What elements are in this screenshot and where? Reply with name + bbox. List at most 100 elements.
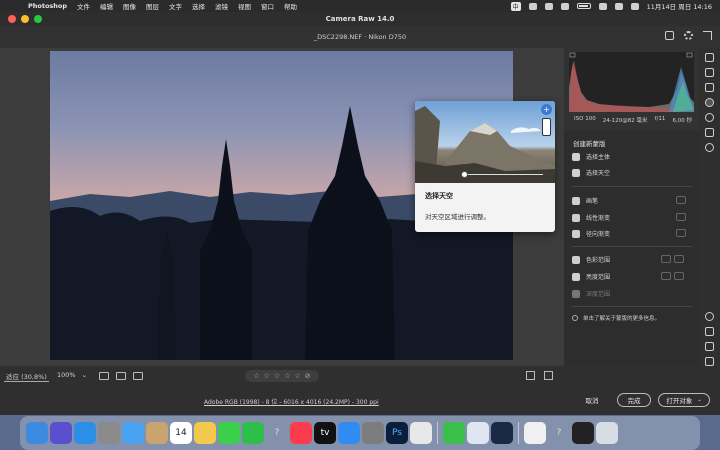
trash-icon[interactable] <box>596 422 618 444</box>
menu-layer[interactable]: 图层 <box>146 1 159 11</box>
snapshots-icon[interactable] <box>705 128 714 137</box>
red-eye-icon[interactable] <box>705 113 714 122</box>
menubar-clock[interactable]: 11月14日 周日 14:16 <box>647 1 712 11</box>
heal-icon[interactable] <box>705 83 714 92</box>
depth-range-icon <box>572 289 580 298</box>
menu-help[interactable]: 帮助 <box>284 1 297 11</box>
mask-brush[interactable]: 画笔 <box>572 196 598 205</box>
zoom-level-dropdown[interactable]: 100% ⌄ <box>57 371 87 379</box>
help-icon[interactable]: ? <box>548 422 570 444</box>
music-icon[interactable] <box>290 422 312 444</box>
edit-icon[interactable] <box>705 53 714 62</box>
system-preferences-icon[interactable] <box>362 422 384 444</box>
minimize-window-button[interactable] <box>21 15 29 23</box>
star-1[interactable]: ☆ <box>253 372 259 380</box>
masking-icon[interactable] <box>705 98 714 107</box>
fullscreen-icon[interactable] <box>703 31 712 40</box>
save-icon[interactable] <box>665 31 674 40</box>
presets-icon[interactable] <box>705 143 714 152</box>
mountain-illustration <box>415 106 555 183</box>
menu-window[interactable]: 窗口 <box>261 1 274 11</box>
title-bar: Camera Raw 14.0 <box>0 12 720 26</box>
siri-icon[interactable] <box>50 422 72 444</box>
menu-view[interactable]: 视图 <box>238 1 251 11</box>
photoshop-icon[interactable]: Ps <box>386 422 408 444</box>
notes-icon[interactable] <box>146 422 168 444</box>
before-after-icon[interactable] <box>544 371 553 380</box>
safari-icon[interactable] <box>74 422 96 444</box>
app-menu[interactable]: Photoshop <box>28 2 67 10</box>
star-4[interactable]: ☆ <box>284 372 290 380</box>
star-2[interactable]: ☆ <box>264 372 270 380</box>
menu-edit[interactable]: 编辑 <box>100 1 113 11</box>
wifi-icon[interactable] <box>598 2 607 10</box>
menu-type[interactable]: 文字 <box>169 1 182 11</box>
color-sampler-icon[interactable] <box>705 342 714 351</box>
mark-for-delete-icon[interactable]: ⊘ <box>305 372 311 380</box>
network-icon[interactable] <box>467 422 489 444</box>
chrome-icon[interactable] <box>410 422 432 444</box>
messages-icon[interactable] <box>218 422 240 444</box>
menu-image[interactable]: 图像 <box>123 1 136 11</box>
chevron-down-icon[interactable]: ⌄ <box>697 397 701 403</box>
facetime-icon[interactable] <box>242 422 264 444</box>
camera-raw-icon[interactable] <box>572 422 594 444</box>
before-after-slider-track <box>463 174 543 175</box>
search-icon[interactable] <box>614 2 623 10</box>
cancel-button[interactable]: 取消 <box>576 393 608 407</box>
help-icon[interactable]: ? <box>266 422 288 444</box>
zoom-icon[interactable] <box>705 312 714 321</box>
star-3[interactable]: ☆ <box>274 372 280 380</box>
star-5[interactable]: ☆ <box>294 372 300 380</box>
close-window-button[interactable] <box>8 15 16 23</box>
filmstrip-icon[interactable] <box>99 372 109 380</box>
mask-radial-gradient[interactable]: 径向渐变 <box>572 229 610 238</box>
zoom-fit-button[interactable]: 适应 (30,8%) <box>4 371 49 382</box>
workflow-options-link[interactable]: Adobe RGB (1998) - 8 位 - 6016 x 4016 (24… <box>204 397 379 406</box>
before-after-slider-handle[interactable] <box>461 171 468 178</box>
battery-icon[interactable] <box>576 3 591 9</box>
extension-icon[interactable] <box>528 2 537 10</box>
select-sky-tooltip: + 选择天空 对天空区域进行调整。 <box>415 101 555 232</box>
menu-file[interactable]: 文件 <box>77 1 90 11</box>
mask-item-label: 径向渐变 <box>586 231 611 238</box>
photos-icon[interactable] <box>194 422 216 444</box>
mask-info-link[interactable]: 单击了解关于蒙版的更多信息。 <box>572 314 660 322</box>
fullscreen-window-button[interactable] <box>34 15 42 23</box>
done-button[interactable]: 完成 <box>617 393 651 407</box>
steam-icon[interactable] <box>491 422 513 444</box>
tv-icon[interactable]: tv <box>314 422 336 444</box>
menu-select[interactable]: 选择 <box>192 1 205 11</box>
mask-select-sky[interactable]: 选择天空 <box>572 168 610 177</box>
right-temple <box>305 106 395 360</box>
input-method-indicator[interactable]: 中 <box>510 1 521 11</box>
launchpad-icon[interactable] <box>98 422 120 444</box>
crop-icon[interactable] <box>705 68 714 77</box>
add-mask-icon[interactable]: + <box>541 104 552 115</box>
wechat-tray-icon[interactable] <box>544 2 553 10</box>
bluetooth-icon[interactable] <box>560 2 569 10</box>
hand-icon[interactable] <box>705 327 714 336</box>
menu-filter[interactable]: 滤镜 <box>215 1 228 11</box>
open-object-button[interactable]: 打开对象 ⌄ <box>658 393 710 407</box>
single-view-icon[interactable] <box>526 371 535 380</box>
app-store-icon[interactable] <box>338 422 360 444</box>
sort-icon[interactable] <box>116 372 126 380</box>
control-center-icon[interactable] <box>630 2 639 10</box>
mask-luminance-range[interactable]: 亮度范围 <box>572 272 610 281</box>
mask-thumbnail-icon[interactable] <box>542 118 551 136</box>
calendar-icon[interactable]: 14 <box>170 422 192 444</box>
finder-icon[interactable] <box>26 422 48 444</box>
mask-item-label: 亮度范围 <box>586 274 611 281</box>
mask-info-text: 单击了解关于蒙版的更多信息。 <box>583 316 661 322</box>
mask-color-range[interactable]: 色彩范围 <box>572 255 610 264</box>
mask-select-subject[interactable]: 选择主体 <box>572 152 610 161</box>
wechat-icon[interactable] <box>443 422 465 444</box>
mask-linear-gradient[interactable]: 线性渐变 <box>572 213 610 222</box>
exif-aperture: f/11 <box>654 116 666 122</box>
mail-icon[interactable] <box>122 422 144 444</box>
gear-icon[interactable] <box>684 31 693 40</box>
grid-overlay-icon[interactable] <box>705 357 714 366</box>
filter-icon[interactable] <box>133 372 143 380</box>
preview-icon[interactable] <box>524 422 546 444</box>
